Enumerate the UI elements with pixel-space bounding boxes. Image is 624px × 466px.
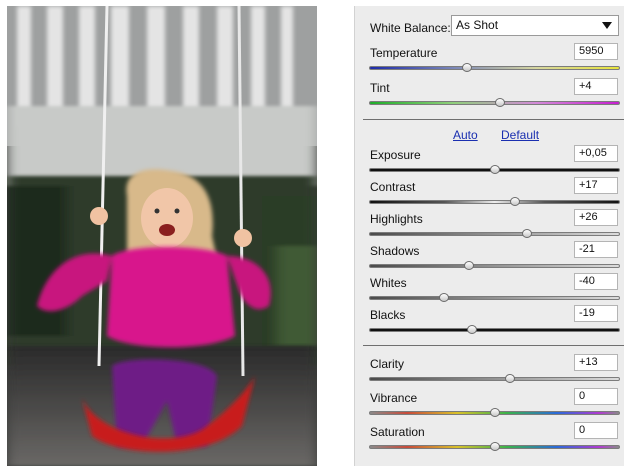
- shadows-label: Shadows: [370, 244, 420, 258]
- tint-label: Tint: [370, 81, 390, 95]
- saturation-slider-thumb[interactable]: [489, 442, 500, 451]
- photo-preview: [7, 6, 317, 466]
- default-link[interactable]: Default: [501, 128, 539, 142]
- contrast-slider-track[interactable]: [369, 200, 620, 204]
- highlights-slider-track[interactable]: [369, 232, 620, 236]
- highlights-value-field[interactable]: +26: [574, 209, 618, 226]
- tint-value-field[interactable]: +4: [574, 78, 618, 95]
- exposure-value-field[interactable]: +0,05: [574, 145, 618, 162]
- vibrance-label: Vibrance: [370, 391, 418, 405]
- blacks-slider-track[interactable]: [369, 328, 620, 332]
- temperature-slider-track[interactable]: [369, 66, 620, 70]
- contrast-label: Contrast: [370, 180, 416, 194]
- clarity-value-field[interactable]: +13: [574, 354, 618, 371]
- white-balance-label: White Balance:: [370, 21, 451, 35]
- clarity-slider-thumb[interactable]: [504, 374, 515, 383]
- section-divider: [363, 119, 624, 120]
- saturation-value-field[interactable]: 0: [574, 422, 618, 439]
- vibrance-value-field[interactable]: 0: [574, 388, 618, 405]
- basic-adjustments-panel: White Balance: As Shot Temperature 5950 Ti…: [354, 6, 624, 466]
- whites-slider-thumb[interactable]: [439, 293, 450, 302]
- temperature-label: Temperature: [370, 46, 438, 60]
- saturation-label: Saturation: [370, 425, 425, 439]
- blacks-slider-thumb[interactable]: [466, 325, 477, 334]
- exposure-label: Exposure: [370, 148, 421, 162]
- vibrance-slider-thumb[interactable]: [489, 408, 500, 417]
- highlights-label: Highlights: [370, 212, 423, 226]
- temperature-value-field[interactable]: 5950: [574, 43, 618, 60]
- white-balance-selected: As Shot: [456, 18, 499, 32]
- tint-slider-thumb[interactable]: [494, 98, 505, 107]
- section-divider: [363, 345, 624, 346]
- clarity-slider-track[interactable]: [369, 377, 620, 381]
- shadows-value-field[interactable]: -21: [574, 241, 618, 258]
- auto-link[interactable]: Auto: [453, 128, 478, 142]
- blacks-label: Blacks: [370, 308, 406, 322]
- highlights-slider-thumb[interactable]: [522, 229, 533, 238]
- blacks-value-field[interactable]: -19: [574, 305, 618, 322]
- exposure-slider-thumb[interactable]: [489, 165, 500, 174]
- whites-label: Whites: [370, 276, 407, 290]
- contrast-slider-thumb[interactable]: [509, 197, 520, 206]
- temperature-slider-thumb[interactable]: [461, 63, 472, 72]
- whites-slider-track[interactable]: [369, 296, 620, 300]
- chevron-down-icon: [602, 22, 612, 29]
- shadows-slider-thumb[interactable]: [464, 261, 475, 270]
- shadows-slider-track[interactable]: [369, 264, 620, 268]
- clarity-label: Clarity: [370, 357, 405, 371]
- contrast-value-field[interactable]: +17: [574, 177, 618, 194]
- whites-value-field[interactable]: -40: [574, 273, 618, 290]
- white-balance-dropdown[interactable]: As Shot: [451, 15, 619, 36]
